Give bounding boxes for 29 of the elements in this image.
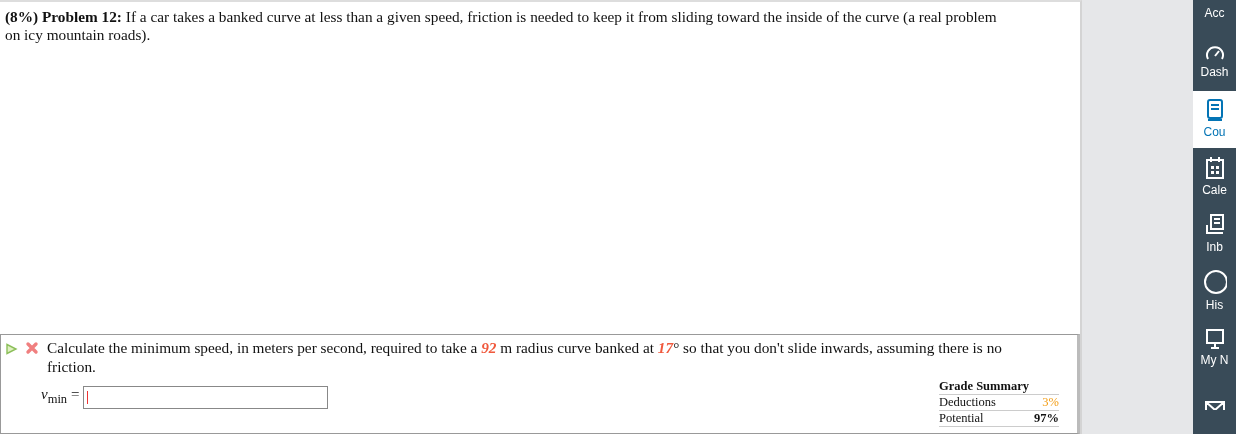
inbox-icon: [1204, 212, 1225, 237]
calendar-icon: [1204, 155, 1225, 180]
nav-label: His: [1205, 298, 1224, 313]
problem-statement: (8%) Problem 12: If a car takes a banked curve at less than a given speed, friction is needed to keep it from sliding toward the inside of the curve (a real problem on icy mountain roads).: [4, 7, 998, 44]
nav-item[interactable]: His: [1193, 262, 1236, 320]
nav-item[interactable]: Inb: [1193, 205, 1236, 263]
answer-label: v$_{min}$ =: [41, 385, 80, 408]
nav-item[interactable]: Acc: [1193, 0, 1236, 34]
play-icon[interactable]: [5, 343, 18, 355]
nav-item[interactable]: Cale: [1193, 148, 1236, 206]
nav-label: Acc: [1204, 6, 1225, 21]
nav-item[interactable]: My N: [1193, 319, 1236, 377]
grade-summary-title: Grade Summary: [939, 379, 1059, 395]
envelope-icon: [1203, 400, 1226, 411]
nav-label: Cou: [1203, 125, 1226, 141]
grade-label: Potential: [939, 411, 984, 426]
grade-value: 3%: [1042, 395, 1059, 410]
nav-label: My N: [1200, 353, 1229, 369]
nav-label: Dash: [1200, 65, 1229, 81]
answer-field[interactable]: [83, 385, 329, 409]
book-icon: [1204, 98, 1225, 123]
nav-label: Inb: [1206, 239, 1223, 255]
grade-value: 97%: [1034, 411, 1059, 426]
grade-label: Deductions: [939, 395, 996, 410]
monitor-icon: [1204, 328, 1225, 351]
nav-item[interactable]: Dash: [1193, 33, 1236, 91]
nav-item[interactable]: Cou: [1193, 90, 1236, 149]
nav-label: Cale: [1202, 182, 1227, 198]
question-text: Calculate the minimum speed, in meters per second, required to take a 92 m radius curve banked at 17° so that you don't slide inwards, assuming there is no friction.: [47, 338, 1003, 376]
